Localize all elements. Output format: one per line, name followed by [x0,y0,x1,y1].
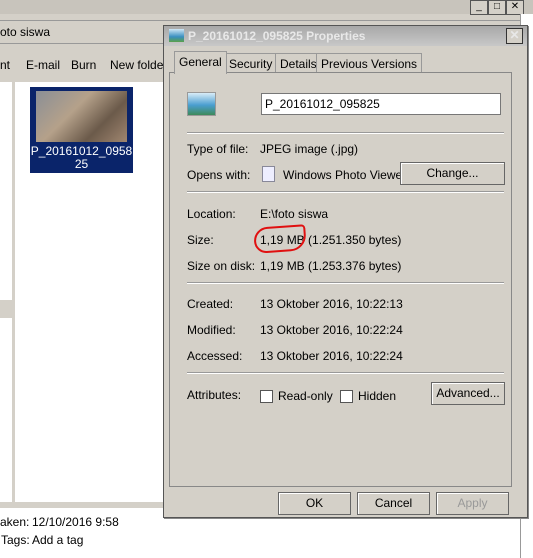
tab-security[interactable]: Security [224,53,278,73]
toolbar-print[interactable]: nt [0,58,10,72]
apply-button[interactable]: Apply [436,492,509,515]
file-type-icon [187,92,216,116]
modified-value: 13 Oktober 2016, 10:22:24 [260,323,403,337]
dialog-title: P_20161012_095825 Properties [188,29,366,43]
red-annotation-circle [253,224,307,254]
accessed-label: Accessed: [187,349,243,363]
advanced-button[interactable]: Advanced... [431,382,505,405]
tab-details[interactable]: Details [275,53,322,73]
attributes-label: Attributes: [187,388,242,402]
photo-viewer-icon [262,166,275,182]
hidden-checkbox[interactable] [340,390,353,403]
image-file-icon [169,29,184,42]
change-button[interactable]: Change... [400,162,505,185]
dialog-title-bar: P_20161012_095825 Properties ✕ [164,26,527,46]
nav-pane-item[interactable] [0,300,12,318]
ok-button[interactable]: OK [278,492,351,515]
created-label: Created: [187,297,234,311]
file-thumbnail[interactable]: P_20161012_0958 25 [30,87,133,173]
accessed-value: 13 Oktober 2016, 10:22:24 [260,349,403,363]
size-label: Size: [187,233,214,247]
tab-previous-versions[interactable]: Previous Versions [316,53,423,73]
separator [187,191,504,193]
location-label: Location: [187,207,236,221]
date-taken-value: 12/10/2016 9:58 [32,515,119,529]
maximize-button[interactable]: □ [488,0,506,15]
readonly-checkbox[interactable] [260,390,273,403]
type-label: Type of file: [187,142,249,156]
separator [187,282,504,284]
opens-with-label: Opens with: [187,168,251,182]
tags-value[interactable]: Add a tag [32,533,83,547]
location-value: E:\foto siswa [260,207,329,221]
size-on-disk-value: 1,19 MB (1.253.376 bytes) [260,259,402,273]
minimize-button[interactable]: _ [470,0,488,15]
type-value: JPEG image (.jpg) [260,142,359,156]
tags-label: Tags: [1,533,30,547]
separator [187,372,504,374]
separator [187,132,504,134]
cancel-button[interactable]: Cancel [357,492,430,515]
readonly-label[interactable]: Read-only [278,389,333,403]
toolbar-burn[interactable]: Burn [71,58,96,72]
modified-label: Modified: [187,323,236,337]
tab-general[interactable]: General [174,51,227,74]
size-on-disk-label: Size on disk: [187,259,256,273]
window-close-button[interactable]: ✕ [506,0,524,15]
general-panel: Type of file: JPEG image (.jpg) Opens wi… [169,72,512,487]
toolbar-new-folder[interactable]: New folder [110,58,167,72]
address-text: oto siswa [0,25,51,39]
opens-with-value: Windows Photo Viewer [283,168,407,182]
toolbar-email[interactable]: E-mail [26,58,60,72]
date-taken-label: aken: [0,515,30,529]
photo-thumbnail-image [36,91,127,142]
created-value: 13 Oktober 2016, 10:22:13 [260,297,403,311]
navigation-pane [0,82,12,502]
hidden-label[interactable]: Hidden [358,389,396,403]
dialog-close-button[interactable]: ✕ [506,28,523,44]
explorer-title-bar [0,0,533,14]
file-label-line2: 25 [74,157,89,171]
file-name-input[interactable] [261,93,501,115]
properties-dialog: P_20161012_095825 Properties ✕ General S… [163,25,528,518]
